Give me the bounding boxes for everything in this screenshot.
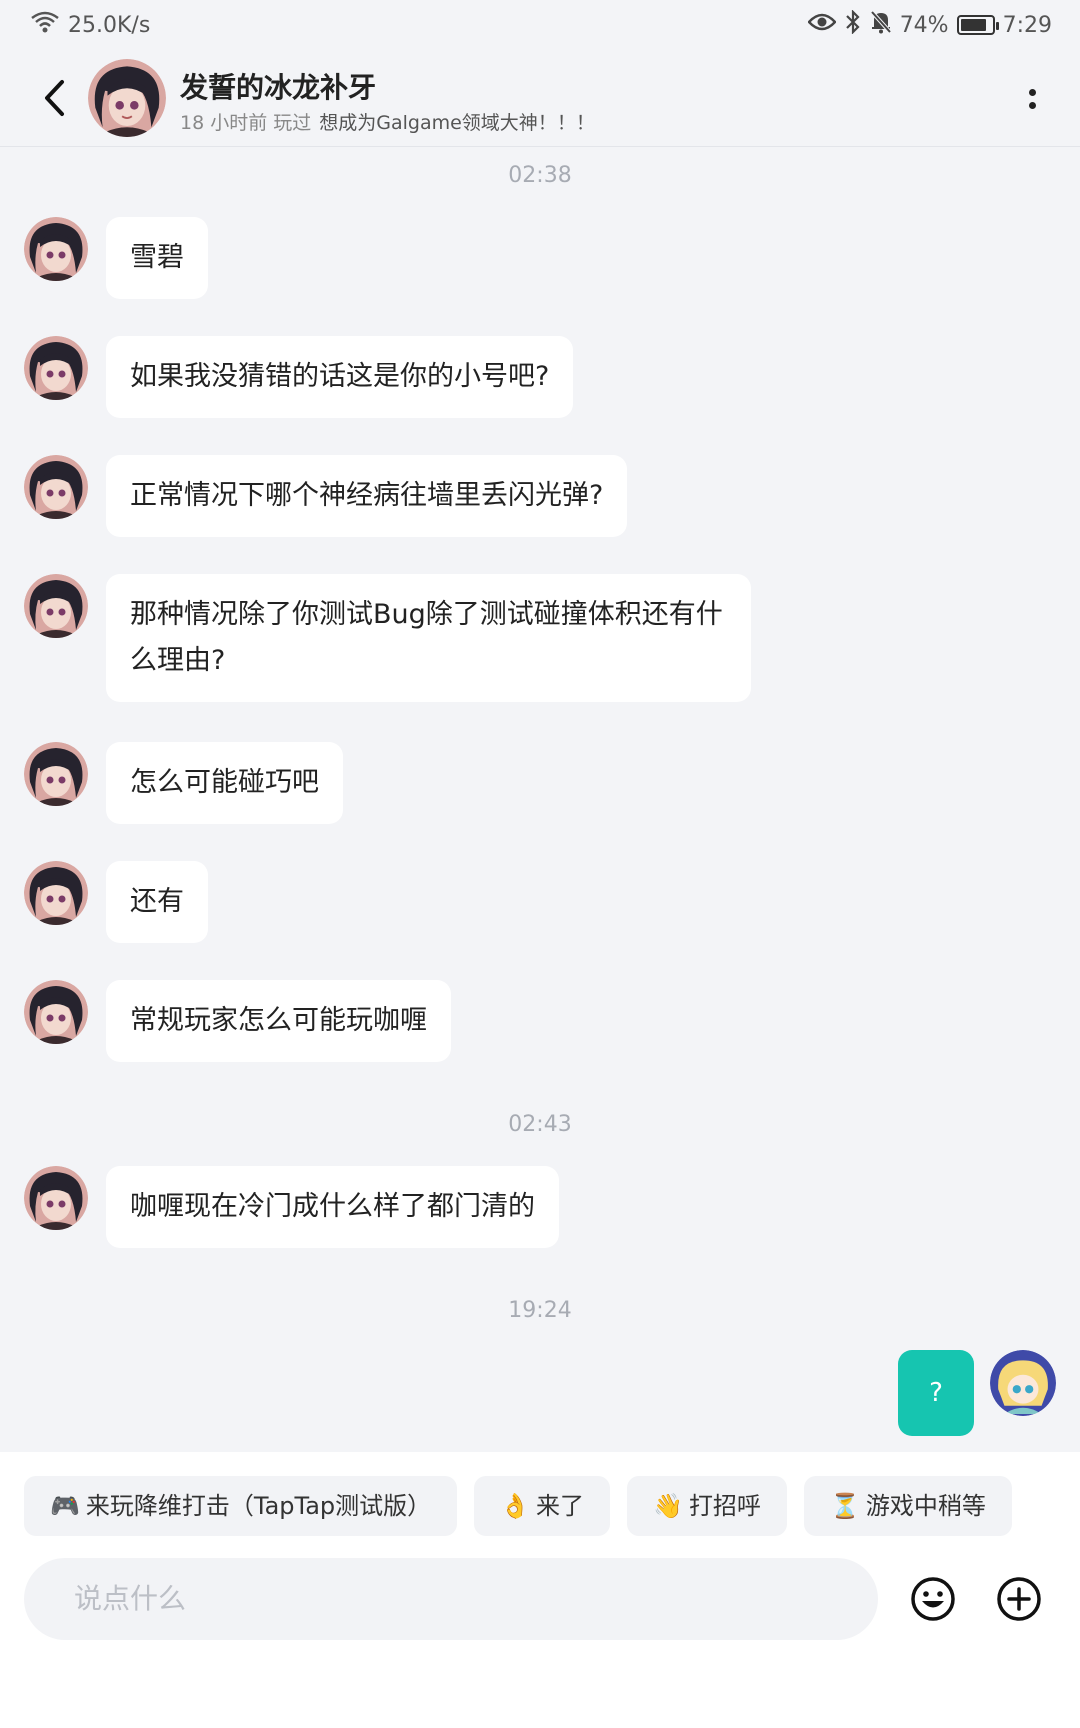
last-played-time: 18 小时前 玩过 bbox=[180, 112, 312, 134]
quick-reply-label: 来了 bbox=[536, 1492, 585, 1520]
plus-circle-icon bbox=[997, 1577, 1041, 1621]
net-speed: 25.0K/s bbox=[68, 12, 151, 38]
waving-hand-icon: 👋 bbox=[653, 1492, 683, 1520]
sender-avatar[interactable] bbox=[24, 861, 88, 925]
message-bubble[interactable]: 怎么可能碰巧吧 bbox=[106, 742, 343, 824]
sender-avatar[interactable] bbox=[24, 336, 88, 400]
battery-percent: 74% bbox=[899, 12, 949, 38]
sender-avatar[interactable] bbox=[24, 980, 88, 1044]
message-bubble[interactable]: 咖喱现在冷门成什么样了都门清的 bbox=[106, 1166, 559, 1248]
battery-icon bbox=[956, 15, 999, 35]
contact-avatar[interactable] bbox=[88, 59, 166, 137]
sender-avatar[interactable] bbox=[24, 742, 88, 806]
mute-bell-icon bbox=[870, 10, 892, 40]
status-right: 74% 7:29 bbox=[807, 9, 1052, 40]
message-bubble[interactable]: 还有 bbox=[106, 861, 208, 943]
chevron-left-icon bbox=[45, 80, 64, 116]
ok-hand-icon: 👌 bbox=[500, 1492, 531, 1520]
status-bar: 25.0K/s 74% 7:29 bbox=[0, 0, 1080, 52]
quick-reply-label: 打招呼 bbox=[688, 1492, 761, 1520]
status-left: 25.0K/s bbox=[30, 10, 150, 40]
sender-avatar[interactable] bbox=[24, 1166, 88, 1230]
quick-reply-label: 来玩降维打击（TapTap测试版） bbox=[85, 1492, 432, 1520]
quick-reply-label: 游戏中稍等 bbox=[865, 1492, 986, 1520]
message-bubble[interactable]: 如果我没猜错的话这是你的小号吧? bbox=[106, 336, 574, 418]
sender-avatar[interactable] bbox=[24, 217, 88, 281]
message-bubble[interactable]: 那种情况除了你测试Bug除了测试碰撞体积还有什么理由? bbox=[106, 574, 751, 702]
message-input[interactable]: 说点什么 bbox=[24, 1558, 878, 1640]
more-dot-icon bbox=[1028, 102, 1036, 109]
my-message-bubble[interactable]: ? bbox=[898, 1350, 974, 1436]
add-attachment-button[interactable] bbox=[996, 1576, 1042, 1622]
clock: 7:29 bbox=[1002, 12, 1052, 38]
timestamp: 02:38 bbox=[508, 163, 572, 188]
wifi-icon bbox=[30, 10, 60, 40]
timestamp: 19:24 bbox=[508, 1298, 572, 1323]
sender-avatar[interactable] bbox=[24, 574, 88, 638]
emoji-button[interactable] bbox=[910, 1576, 956, 1622]
quick-reply-chip[interactable]: 👌 来了 bbox=[474, 1476, 611, 1536]
my-avatar[interactable] bbox=[990, 1350, 1056, 1416]
timestamp: 02:43 bbox=[508, 1112, 572, 1137]
quick-reply-chip[interactable]: 🎮 来玩降维打击（TapTap测试版） bbox=[24, 1476, 458, 1536]
more-dot-icon bbox=[1028, 89, 1036, 96]
bluetooth-icon bbox=[844, 9, 862, 40]
contact-name: 发誓的冰龙补牙 bbox=[180, 71, 377, 104]
bottom-panel: 🎮 来玩降维打击（TapTap测试版） 👌 来了 👋 打招呼 ⏳ 游戏中稍等 说… bbox=[0, 1452, 1080, 1728]
quick-reply-chip[interactable]: 👋 打招呼 bbox=[627, 1476, 787, 1536]
quick-reply-chip[interactable]: ⏳ 游戏中稍等 bbox=[803, 1476, 1012, 1536]
more-options-button[interactable] bbox=[1026, 82, 1038, 116]
chat-header: 发誓的冰龙补牙 18 小时前 玩过 想成为Galgame领域大神！！！ bbox=[0, 52, 1080, 147]
eye-icon bbox=[807, 12, 837, 38]
quick-reply-bar: 🎮 来玩降维打击（TapTap测试版） 👌 来了 👋 打招呼 ⏳ 游戏中稍等 bbox=[24, 1476, 1012, 1536]
gamepad-icon: 🎮 bbox=[50, 1492, 80, 1520]
message-bubble[interactable]: 正常情况下哪个神经病往墙里丢闪光弹? bbox=[106, 455, 628, 537]
message-bubble[interactable]: 雪碧 bbox=[106, 217, 208, 299]
sender-avatar[interactable] bbox=[24, 455, 88, 519]
hourglass-icon: ⏳ bbox=[829, 1492, 860, 1520]
message-bubble[interactable]: 常规玩家怎么可能玩咖喱 bbox=[106, 980, 451, 1062]
contact-signature: 想成为Galgame领域大神！！！ bbox=[319, 112, 595, 134]
smiley-icon bbox=[911, 1577, 955, 1621]
back-button[interactable] bbox=[34, 74, 74, 122]
contact-status: 18 小时前 玩过 想成为Galgame领域大神！！！ bbox=[180, 108, 595, 135]
